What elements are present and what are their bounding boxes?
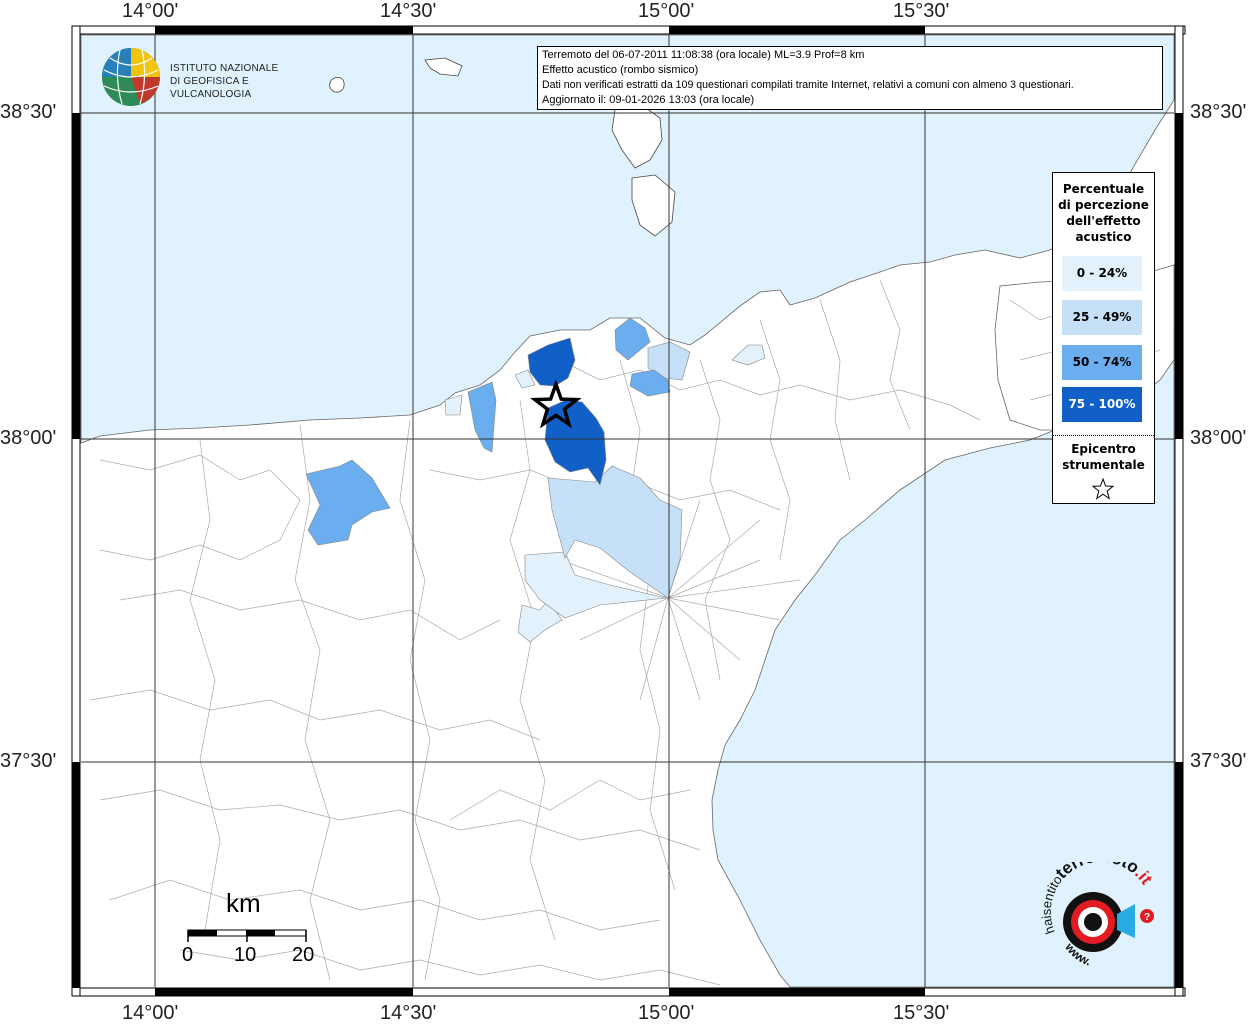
ingv-line2: DI GEOFISICA E VULCANOLOGIA <box>170 76 252 100</box>
info-line-updated: Aggiornato il: 09-01-2026 13:03 (ora loc… <box>542 94 755 106</box>
scale-bar: km 0 10 20 <box>180 888 320 978</box>
lon-label-top-1: 14°00' <box>122 0 179 22</box>
ingv-logo: ISTITUTO NAZIONALE DI GEOFISICA E VULCAN… <box>100 46 320 110</box>
lon-label-bottom-1: 14°00' <box>122 1002 179 1024</box>
lon-label-top-2: 14°30' <box>380 0 437 22</box>
badge-glyph: ? <box>1144 912 1150 923</box>
legend-title-line: dell'effetto <box>1066 214 1141 228</box>
island-alicudi <box>329 76 345 93</box>
brand-prefix: haisentito <box>1039 872 1065 936</box>
lon-label-top-4: 15°30' <box>893 0 950 22</box>
lat-label-right-1: 38°30' <box>1190 101 1247 123</box>
legend-epicenter-line: Epicentro <box>1071 442 1136 456</box>
lon-label-top-3: 15°00' <box>638 0 695 22</box>
legend-item-75-100: 75 - 100% <box>1062 387 1142 422</box>
info-line-effect: Effetto acustico (rombo sismico) <box>542 64 699 76</box>
lat-label-left-1: 38°30' <box>0 101 57 123</box>
lat-label-left-2: 38°00' <box>0 427 57 449</box>
lat-label-right-3: 37°30' <box>1190 750 1247 772</box>
legend-title-line: di percezione <box>1058 198 1149 212</box>
lon-label-bottom-3: 15°00' <box>638 1002 695 1024</box>
ingv-line1: ISTITUTO NAZIONALE <box>170 63 279 74</box>
legend-star-icon <box>1091 477 1115 500</box>
legend-epicenter-line: strumentale <box>1062 458 1145 472</box>
lat-label-left-3: 37°30' <box>0 750 57 772</box>
scale-unit: km <box>226 888 261 918</box>
haisentito-logo: ? haisentitoterremoto.it www. <box>1035 847 1165 982</box>
legend-item-25-49: 25 - 49% <box>1062 300 1142 335</box>
legend-title-line: Percentuale <box>1062 182 1145 196</box>
scale-label-10: 10 <box>234 944 257 966</box>
lon-label-bottom-2: 14°30' <box>380 1002 437 1024</box>
legend-item-0-24: 0 - 24% <box>1062 256 1142 291</box>
info-line-data-note: Dati non verificati estratti da 109 ques… <box>542 79 1074 91</box>
ingv-globe-icon <box>102 48 160 106</box>
legend-title: Percentuale di percezione dell'effetto a… <box>1053 181 1154 245</box>
info-line-event: Terremoto del 06-07-2011 11:08:38 (ora l… <box>542 49 865 61</box>
legend: Percentuale di percezione dell'effetto a… <box>1052 172 1155 504</box>
ingv-name: ISTITUTO NAZIONALE DI GEOFISICA E VULCAN… <box>170 62 320 101</box>
scale-label-20: 20 <box>292 944 315 966</box>
haisentito-logo-graphic: ? haisentitoterremoto.it www. <box>1039 847 1156 969</box>
legend-item-50-74: 50 - 74% <box>1062 345 1142 380</box>
scale-label-0: 0 <box>182 944 194 966</box>
brand-main: terremoto <box>1052 862 1143 882</box>
legend-title-line: acustico <box>1075 230 1132 244</box>
lon-label-bottom-4: 15°30' <box>893 1002 950 1024</box>
legend-separator <box>1053 435 1154 436</box>
lat-label-right-2: 38°00' <box>1190 427 1247 449</box>
legend-epicenter-label: Epicentro strumentale <box>1053 441 1154 473</box>
earthquake-info-box: Terremoto del 06-07-2011 11:08:38 (ora l… <box>537 46 1163 110</box>
map-interior <box>80 34 1175 988</box>
